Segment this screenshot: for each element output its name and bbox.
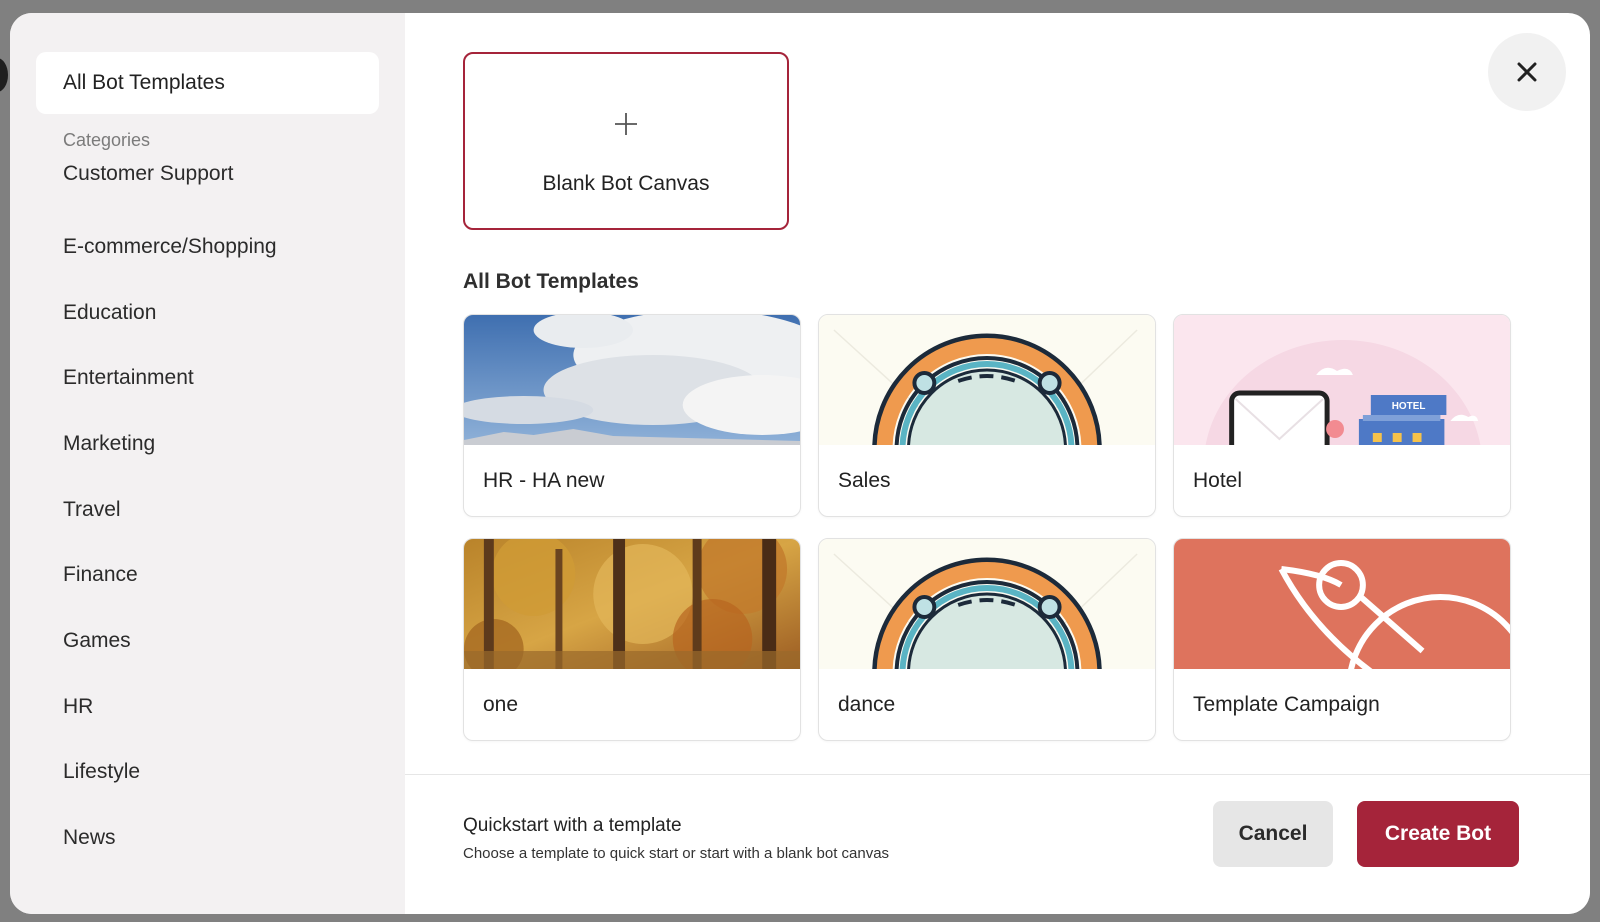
sidebar-item-finance[interactable]: Finance [36, 542, 379, 608]
template-grid: HR - HA new Sales HOTEL Hotel one dance … [463, 314, 1512, 741]
sidebar-item-education[interactable]: Education [36, 280, 379, 346]
sidebar-item-marketing[interactable]: Marketing [36, 411, 379, 477]
template-main-panel: Blank Bot Canvas All Bot Templates HR - … [405, 13, 1590, 914]
template-card-hr-ha-new[interactable]: HR - HA new [463, 314, 801, 517]
cancel-button[interactable]: Cancel [1213, 801, 1333, 867]
template-name: Hotel [1193, 469, 1243, 492]
sidebar-item-hr[interactable]: HR [36, 674, 379, 740]
template-thumbnail-hotel: HOTEL [1174, 315, 1510, 445]
modal-footer: Quickstart with a template Choose a temp… [405, 774, 1590, 914]
template-thumbnail-arch [819, 315, 1155, 445]
background-edge-element [0, 58, 8, 92]
sidebar-item-customer-support[interactable]: Customer Support [36, 162, 379, 198]
sidebar-item-travel[interactable]: Travel [36, 477, 379, 543]
categories-heading: Categories [63, 130, 151, 150]
create-bot-button[interactable]: Create Bot [1357, 801, 1519, 867]
close-button[interactable] [1488, 33, 1566, 111]
template-card-dance[interactable]: dance [818, 538, 1156, 741]
template-thumbnail-arch [819, 539, 1155, 669]
template-picker-modal: All Bot Templates Categories Customer Su… [10, 13, 1590, 914]
template-name: Sales [838, 469, 891, 492]
blank-bot-canvas-label: Blank Bot Canvas [542, 172, 710, 195]
category-sidebar: All Bot Templates Categories Customer Su… [10, 13, 405, 914]
template-thumbnail-sky [464, 315, 800, 445]
template-card-one[interactable]: one [463, 538, 801, 741]
template-card-sales[interactable]: Sales [818, 314, 1156, 517]
template-name: HR - HA new [483, 469, 605, 492]
section-title: All Bot Templates [463, 270, 639, 293]
sidebar-item-entertainment[interactable]: Entertainment [36, 345, 379, 411]
plus-icon [615, 113, 637, 135]
close-icon [1517, 62, 1537, 82]
hotel-sign-text: HOTEL [1392, 401, 1426, 412]
template-name: Template Campaign [1193, 693, 1380, 716]
sidebar-item-games[interactable]: Games [36, 608, 379, 674]
category-list: Customer Support E-commerce/Shopping Edu… [36, 162, 379, 871]
sidebar-item-label: All Bot Templates [63, 71, 225, 94]
footer-title: Quickstart with a template [463, 815, 682, 836]
sidebar-item-ecommerce-shopping[interactable]: E-commerce/Shopping [36, 214, 379, 280]
template-card-template-campaign[interactable]: Template Campaign [1173, 538, 1511, 741]
template-thumbnail-planet [1174, 539, 1510, 669]
template-name: one [483, 693, 519, 716]
blank-bot-canvas-card[interactable]: Blank Bot Canvas [463, 52, 789, 230]
sidebar-item-all-bot-templates[interactable]: All Bot Templates [36, 52, 379, 114]
footer-subtitle: Choose a template to quick start or star… [463, 845, 890, 862]
template-card-hotel[interactable]: HOTEL Hotel [1173, 314, 1511, 517]
sidebar-item-news[interactable]: News [36, 805, 379, 871]
template-name: dance [838, 693, 896, 716]
template-thumbnail-forest [464, 539, 800, 669]
sidebar-item-lifestyle[interactable]: Lifestyle [36, 740, 379, 806]
